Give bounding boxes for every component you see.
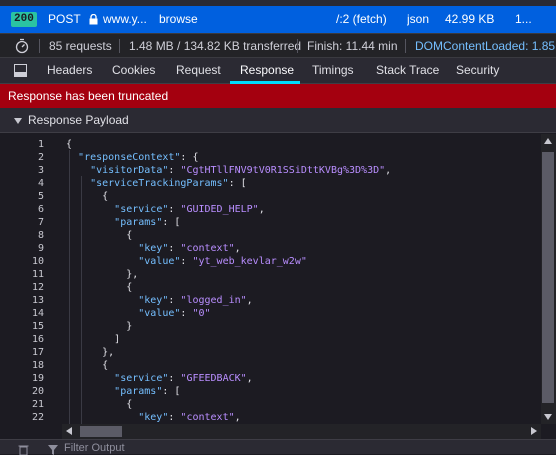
request-domain: www.y... (103, 12, 147, 26)
dock-icon[interactable] (14, 64, 27, 77)
code-line: { (66, 282, 133, 293)
truncated-warning: Response has been truncated (0, 84, 556, 108)
tab-headers[interactable]: Headers (47, 58, 92, 84)
line-number: 2 (37, 152, 44, 163)
scroll-up-arrow[interactable] (544, 138, 552, 144)
line-number: 17 (31, 347, 44, 358)
filter-output-input[interactable]: Filter Output (64, 442, 125, 454)
trash-icon[interactable] (18, 444, 29, 455)
code-line: "serviceTrackingParams": [ (90, 178, 247, 189)
vertical-scroll-thumb[interactable] (542, 152, 554, 403)
code-line: "params": [ (114, 386, 181, 397)
line-number: 6 (37, 204, 44, 215)
network-summary-bar: 85 requests 1.48 MB / 134.82 KB transfer… (0, 33, 556, 58)
code-line: "key": "context", (138, 412, 241, 423)
line-number: 1 (37, 139, 44, 150)
line-number: 19 (31, 373, 44, 384)
tab-cookies[interactable]: Cookies (112, 58, 155, 84)
indent-guide (81, 176, 82, 424)
line-number: 15 (31, 321, 44, 332)
code-line: "value": "0" (138, 308, 211, 319)
horizontal-scroll-thumb[interactable] (80, 426, 122, 437)
divider (39, 39, 40, 53)
transfer-size: 1.48 MB / 134.82 KB transferred (129, 39, 302, 53)
tab-timings[interactable]: Timings (312, 58, 354, 84)
line-number: 12 (31, 282, 44, 293)
line-number: 13 (31, 295, 44, 306)
scroll-down-arrow[interactable] (544, 414, 552, 420)
request-initiator: /:2 (fetch) (336, 12, 387, 26)
tab-security[interactable]: Security (456, 58, 499, 84)
line-number: 16 (31, 334, 44, 345)
scrollbar-spacer (0, 424, 62, 439)
request-type: json (407, 12, 430, 26)
line-number: 9 (37, 243, 44, 254)
divider (297, 39, 298, 53)
status-badge: 200 (11, 12, 37, 27)
line-number: 5 (37, 191, 44, 202)
payload-header-label: Response Payload (28, 113, 129, 127)
code-line: "service": "GUIDED_HELP", (114, 204, 265, 215)
scroll-right-arrow[interactable] (531, 427, 537, 435)
line-number: 20 (31, 386, 44, 397)
lock-icon (89, 14, 98, 25)
console-filter-bar: Filter Output (0, 439, 556, 455)
line-number: 18 (31, 360, 44, 371)
code-line: "responseContext": { (78, 152, 199, 163)
request-count: 85 requests (49, 39, 112, 53)
code-line: { (66, 399, 133, 410)
code-line: { (66, 360, 109, 371)
indent-guide (69, 150, 70, 424)
scroll-left-arrow[interactable] (66, 427, 72, 435)
code-line: }, (66, 269, 139, 280)
line-number: 10 (31, 256, 44, 267)
request-method: POST (48, 12, 81, 26)
line-number: 11 (31, 269, 44, 280)
code-line: "service": "GFEEDBACK", (114, 373, 253, 384)
dom-content-loaded: DOMContentLoaded: 1.85 s (415, 39, 556, 53)
request-transferred: 42.99 KB (445, 12, 495, 26)
code-line: ] (66, 334, 121, 345)
tab-request[interactable]: Request (176, 58, 221, 84)
divider (119, 39, 120, 53)
stopwatch-icon[interactable] (14, 38, 30, 54)
code-line: "params": [ (114, 217, 181, 228)
code-line: "value": "yt_web_kevlar_w2w" (138, 256, 307, 267)
line-number: 3 (37, 165, 44, 176)
code-line: { (66, 230, 133, 241)
code-line: "key": "context", (138, 243, 241, 254)
request-row-selected[interactable]: 200 POST www.y... browse /:2 (fetch) jso… (0, 6, 556, 33)
line-number: 22 (31, 412, 44, 423)
code-line: "visitorData": "CgtHTllFNV9tV0R1SSiDttKV… (90, 165, 392, 176)
response-payload-header[interactable]: Response Payload (0, 108, 556, 133)
code-line: } (66, 321, 133, 332)
code-line: "key": "logged_in", (138, 295, 253, 306)
line-number: 7 (37, 217, 44, 228)
tab-stack-trace[interactable]: Stack Trace (376, 58, 439, 84)
line-number: 14 (31, 308, 44, 319)
line-number: 8 (37, 230, 44, 241)
request-file: browse (159, 12, 198, 26)
code-line: { (66, 191, 109, 202)
json-code-viewer[interactable]: 1234567891011121314151617181920212223 { … (0, 134, 541, 424)
finish-time: Finish: 11.44 min (307, 39, 398, 53)
vertical-scrollbar[interactable] (541, 134, 556, 424)
code-line: }, (66, 347, 115, 358)
divider (405, 39, 406, 53)
line-number: 4 (37, 178, 44, 189)
horizontal-scrollbar[interactable] (62, 424, 541, 439)
line-number: 21 (31, 399, 44, 410)
caret-down-icon (14, 118, 22, 124)
request-size: 1... (515, 12, 532, 26)
details-tab-bar: Headers Cookies Request Response Timings… (0, 58, 556, 84)
